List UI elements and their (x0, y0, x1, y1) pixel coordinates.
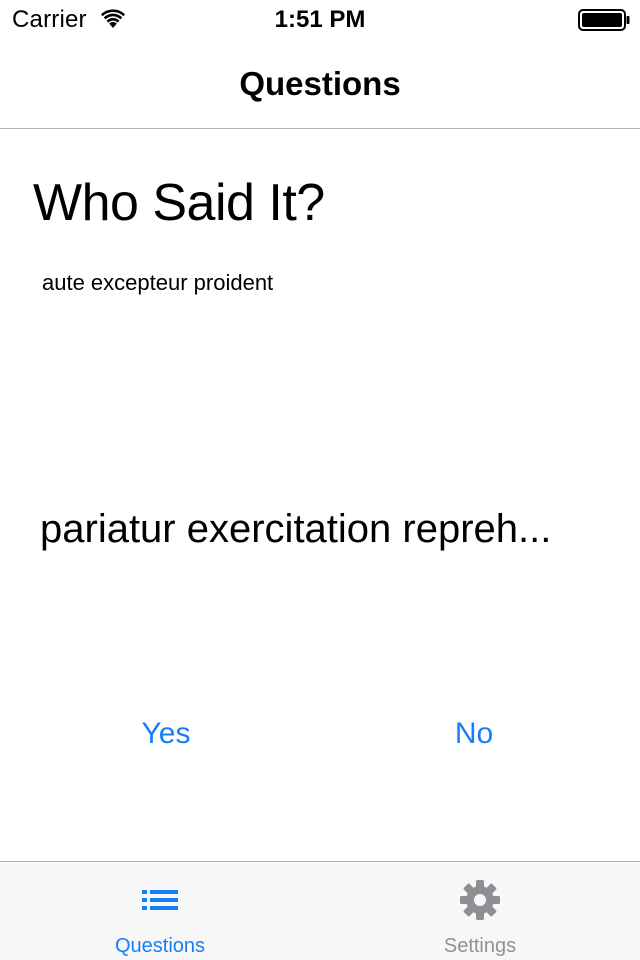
tab-settings-label: Settings (443, 935, 517, 957)
tab-questions-label: Questions (114, 935, 206, 957)
yes-button[interactable]: Yes (126, 712, 206, 756)
gear-icon (460, 880, 500, 920)
nav-title: Questions (239, 65, 401, 102)
question-subtitle: aute excepteur proident (42, 270, 274, 295)
list-icon (142, 890, 178, 910)
navigation-bar: Questions (0, 40, 640, 129)
status-bar: Carrier 1:51 PM (0, 0, 640, 40)
battery-icon (578, 9, 630, 31)
tab-settings[interactable]: Settings (320, 862, 640, 960)
page-heading: Who Said It? (33, 174, 325, 232)
tab-bar: Questions Settings (0, 861, 640, 960)
quote-text: pariatur exercitation repreh... (40, 507, 552, 551)
status-time: 1:51 PM (274, 6, 366, 33)
tab-questions[interactable]: Questions (0, 862, 320, 960)
no-button[interactable]: No (434, 712, 514, 756)
